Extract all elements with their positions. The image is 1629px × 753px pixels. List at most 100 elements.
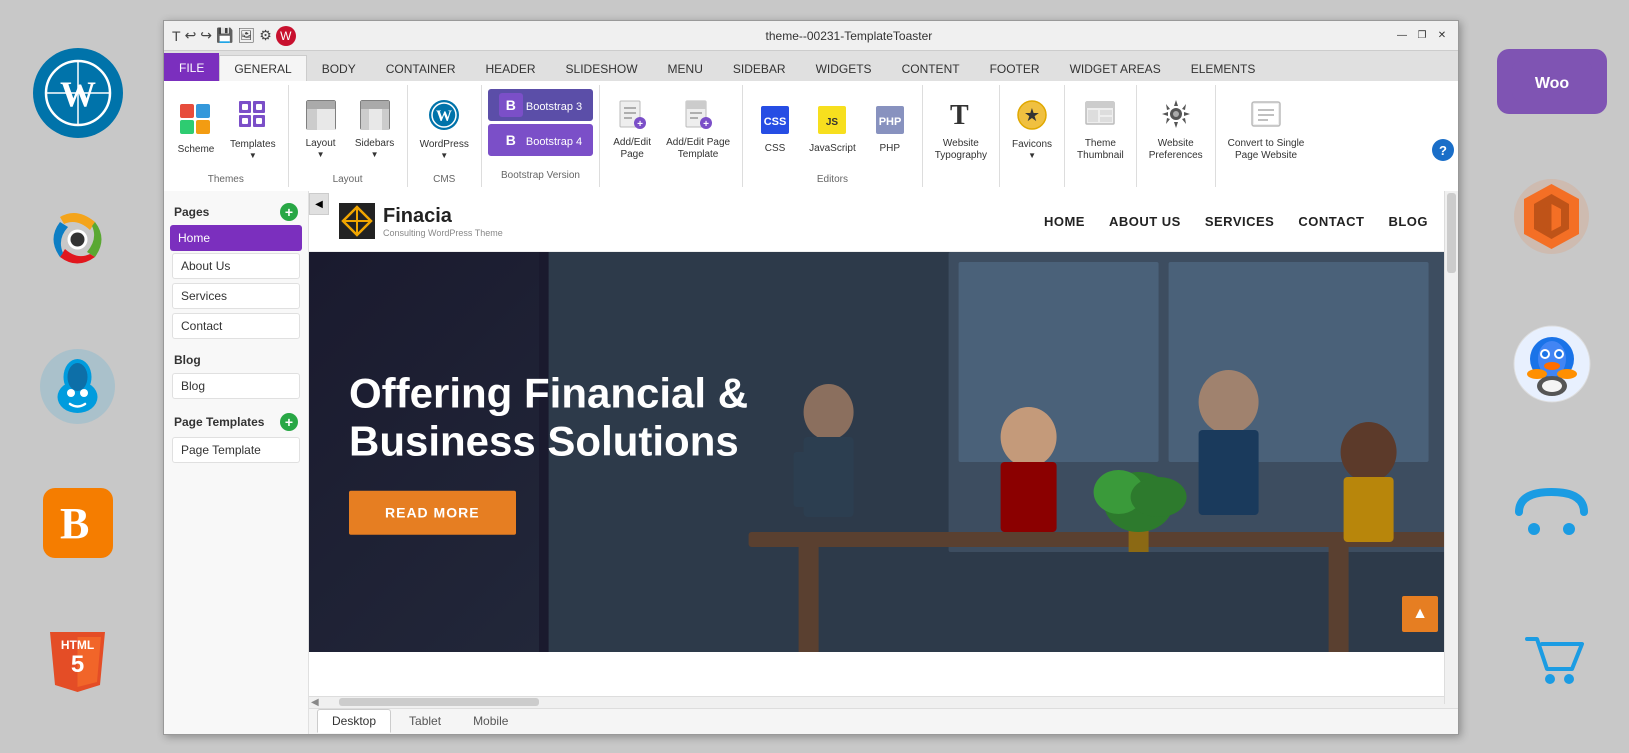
horizontal-scrollbar[interactable]: ◀ <box>309 696 1458 708</box>
thumbnail-items: ThemeThumbnail <box>1071 85 1130 174</box>
layout-arrow: ▼ <box>317 150 325 159</box>
sidebar-collapse-btn[interactable]: ◀ <box>309 193 329 215</box>
puffin-icon[interactable] <box>1507 319 1597 409</box>
h-scroll-thumb[interactable] <box>339 698 539 706</box>
favicons-arrow: ▼ <box>1028 151 1036 160</box>
add-edit-page-label: Add/EditPage <box>613 137 651 161</box>
tab-file[interactable]: FILE <box>164 53 219 81</box>
sidebar-item-contact[interactable]: Contact <box>172 313 300 339</box>
tab-container[interactable]: CONTAINER <box>371 55 471 81</box>
drupal-icon[interactable] <box>33 341 123 431</box>
site-nav: Finacia Consulting WordPress Theme HOME … <box>309 191 1458 252</box>
close-btn[interactable]: ✕ <box>1434 28 1450 44</box>
php-btn[interactable]: PHP PHP <box>864 94 916 166</box>
bootstrap4-btn[interactable]: BBootstrap 4 <box>488 124 593 156</box>
hero-read-more-btn[interactable]: READ MORE <box>349 490 516 534</box>
sidebar-item-services[interactable]: Services <box>172 283 300 309</box>
blogger-icon[interactable]: B <box>43 488 113 558</box>
opencart-icon[interactable] <box>1507 467 1597 557</box>
tab-elements[interactable]: ELEMENTS <box>1176 55 1271 81</box>
tab-sidebar[interactable]: SIDEBAR <box>718 55 801 81</box>
layout-group-label: Layout <box>333 174 363 187</box>
title-icon-undo[interactable]: ↩ <box>185 27 197 44</box>
title-icon-save[interactable]: 💾 <box>216 27 233 44</box>
website-preferences-btn[interactable]: WebsitePreferences <box>1143 94 1209 166</box>
restore-btn[interactable]: ❐ <box>1414 28 1430 44</box>
svg-text:HTML: HTML <box>61 638 94 652</box>
ribbon-group-cms: W WordPress ▼ CMS <box>408 85 482 187</box>
add-page-btn[interactable]: + <box>280 203 298 221</box>
tab-widget-areas[interactable]: WIDGET AREAS <box>1055 55 1176 81</box>
sidebars-btn[interactable]: Sidebars ▼ <box>349 94 401 166</box>
sidebar-item-about[interactable]: About Us <box>172 253 300 279</box>
nav-services[interactable]: SERVICES <box>1205 214 1275 229</box>
wordpress-icon[interactable]: W <box>33 48 123 138</box>
scroll-left-arrow[interactable]: ◀ <box>311 697 319 708</box>
scheme-btn[interactable]: Scheme <box>170 94 222 166</box>
sidebar-item-home[interactable]: Home <box>170 225 302 251</box>
ribbon-group-typography: T WebsiteTypography typo <box>923 85 1000 187</box>
layout-items: Layout ▼ Sidebars ▼ <box>295 85 401 174</box>
title-icon-img[interactable]: 🖼 <box>237 27 255 44</box>
nav-contact[interactable]: CONTACT <box>1298 214 1364 229</box>
themes-group-label: Themes <box>208 174 244 187</box>
nav-blog[interactable]: BLOG <box>1388 214 1428 229</box>
tab-tablet[interactable]: Tablet <box>395 710 455 732</box>
javascript-btn[interactable]: JS JavaScript <box>803 94 862 166</box>
tab-footer[interactable]: FOOTER <box>975 55 1055 81</box>
svg-text:W: W <box>436 108 452 125</box>
html5-icon[interactable]: 5 HTML <box>33 615 123 705</box>
tab-header[interactable]: HEADER <box>471 55 551 81</box>
cart-icon[interactable] <box>1507 614 1597 704</box>
website-typography-btn[interactable]: T WebsiteTypography <box>929 94 993 166</box>
bootstrap3-b-icon: B <box>499 93 523 117</box>
vertical-scrollbar[interactable] <box>1444 191 1458 704</box>
tab-menu[interactable]: MENU <box>653 55 718 81</box>
hero-content: Offering Financial &Business Solutions R… <box>349 370 748 535</box>
nav-about[interactable]: ABOUT US <box>1109 214 1181 229</box>
add-page-template-btn[interactable]: + <box>280 413 298 431</box>
wordpress-arrow: ▼ <box>440 151 448 160</box>
tab-mobile[interactable]: Mobile <box>459 710 522 732</box>
layout-btn[interactable]: Layout ▼ <box>295 94 347 166</box>
help-button[interactable]: ? <box>1432 139 1454 161</box>
bootstrap-group-label: Bootstrap Version <box>501 170 580 183</box>
magento-icon[interactable] <box>1507 171 1597 261</box>
minimize-btn[interactable]: — <box>1394 28 1410 44</box>
tab-general[interactable]: GENERAL <box>219 55 306 81</box>
favicons-btn[interactable]: ★ Favicons ▼ <box>1006 94 1058 166</box>
add-edit-page-btn[interactable]: + Add/EditPage <box>606 94 658 166</box>
bottom-tabs: Desktop Tablet Mobile <box>309 708 1458 734</box>
theme-thumbnail-label: ThemeThumbnail <box>1077 138 1124 162</box>
website-typography-label: WebsiteTypography <box>935 138 987 162</box>
page-templates-label: Page Templates <box>174 415 264 429</box>
nav-home[interactable]: HOME <box>1044 214 1085 229</box>
wordpress-cms-label: WordPress <box>420 139 469 151</box>
sidebars-label: Sidebars <box>355 138 394 150</box>
sidebar-item-blog[interactable]: Blog <box>172 373 300 399</box>
title-icon-gear[interactable]: ⚙ <box>259 27 272 44</box>
tab-slideshow[interactable]: SLIDESHOW <box>551 55 653 81</box>
window-controls[interactable]: — ❐ ✕ <box>1394 28 1450 44</box>
ribbon-group-code: CSS CSS JS JavaScript <box>743 85 923 187</box>
add-edit-page-template-btn[interactable]: + Add/Edit PageTemplate <box>660 94 736 166</box>
joomla-icon[interactable] <box>33 195 123 285</box>
woocommerce-icon[interactable]: Woo <box>1497 49 1607 114</box>
tab-content[interactable]: CONTENT <box>887 55 975 81</box>
convert-btn[interactable]: Convert to SinglePage Website <box>1222 94 1311 166</box>
sidebar-item-page-template[interactable]: Page Template <box>172 437 300 463</box>
tab-body[interactable]: BODY <box>307 55 371 81</box>
title-icon-redo[interactable]: ↪ <box>200 27 212 44</box>
wordpress-cms-btn[interactable]: W WordPress ▼ <box>414 94 475 166</box>
tab-widgets[interactable]: WIDGETS <box>801 55 887 81</box>
v-scroll-thumb[interactable] <box>1447 193 1456 273</box>
templates-btn[interactable]: Templates ▼ <box>224 94 282 166</box>
ribbon-group-themes: Scheme <box>164 85 289 187</box>
theme-thumbnail-btn[interactable]: ThemeThumbnail <box>1071 94 1130 166</box>
tab-desktop[interactable]: Desktop <box>317 709 391 733</box>
scroll-top-btn[interactable]: ▲ <box>1402 596 1438 632</box>
bootstrap3-btn[interactable]: BBootstrap 3 <box>488 89 593 121</box>
hero-section: Offering Financial &Business Solutions R… <box>309 252 1458 652</box>
ribbon-group-favicons: ★ Favicons ▼ fav <box>1000 85 1065 187</box>
css-btn[interactable]: CSS CSS <box>749 94 801 166</box>
